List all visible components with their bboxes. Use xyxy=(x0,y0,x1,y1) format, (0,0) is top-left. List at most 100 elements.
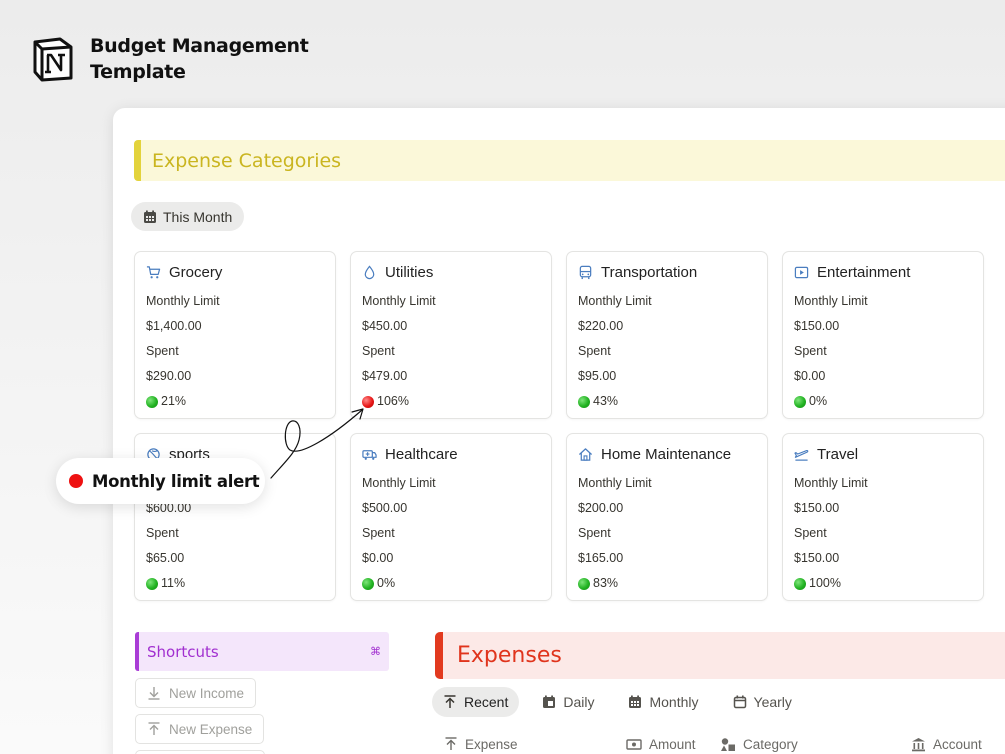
monthly-limit-label: Monthly Limit xyxy=(578,294,652,308)
bus-icon xyxy=(579,265,592,279)
percent-value: 11% xyxy=(161,576,186,590)
column-header-expense[interactable]: Expense xyxy=(444,735,518,753)
monthly-limit-label: Monthly Limit xyxy=(362,476,436,490)
percent-value: 0% xyxy=(809,394,828,408)
spent-value: $165.00 xyxy=(578,551,624,565)
card-title-row: Utilities xyxy=(362,263,540,281)
monthly-limit-value: $200.00 xyxy=(578,501,624,515)
category-card-travel[interactable]: Travel Monthly Limit $150.00 Spent $150.… xyxy=(782,433,984,601)
status-green-icon xyxy=(794,395,806,408)
monthly-limit-label: Monthly Limit xyxy=(362,294,436,308)
tab-label: Yearly xyxy=(753,694,792,710)
shortcuts-title: Shortcuts xyxy=(147,642,219,661)
this-month-view-tab[interactable]: This Month xyxy=(131,202,245,231)
monthly-limit-value: $150.00 xyxy=(794,319,840,333)
percent-row: 21% xyxy=(146,394,324,409)
brand: Budget Management Template xyxy=(30,33,309,85)
percent-value: 43% xyxy=(593,394,619,408)
red-dot-icon xyxy=(69,474,83,488)
card-name: Home Maintenance xyxy=(601,445,732,463)
card-name: Grocery xyxy=(169,263,223,281)
monthly-limit-value: $450.00 xyxy=(362,319,408,333)
column-header-category[interactable]: Category xyxy=(720,735,798,753)
category-card-home-maintenance[interactable]: Home Maintenance Monthly Limit $200.00 S… xyxy=(566,433,768,601)
brand-title-line2: Template xyxy=(90,61,186,83)
card-name: Entertainment xyxy=(817,263,911,281)
money-icon xyxy=(626,738,642,750)
percent-row: 43% xyxy=(578,394,756,409)
card-name: Travel xyxy=(817,445,859,463)
card-name: Healthcare xyxy=(385,445,458,463)
percent-row: 100% xyxy=(794,576,972,591)
percent-value: 106% xyxy=(377,394,409,408)
percent-row: 106% xyxy=(362,394,540,409)
arrow-up-bar-icon xyxy=(444,695,456,708)
bank-icon xyxy=(912,737,925,751)
percent-row: 0% xyxy=(794,394,972,409)
shapes-icon xyxy=(721,737,735,751)
calendar-icon xyxy=(144,210,156,223)
card-title-row: Transportation xyxy=(578,263,756,281)
play-icon xyxy=(794,266,809,278)
expenses-header: Expenses xyxy=(435,632,1005,679)
tab-monthly[interactable]: Monthly xyxy=(617,687,709,717)
tab-yearly[interactable]: Yearly xyxy=(722,687,803,717)
tab-label: Recent xyxy=(464,694,509,710)
arrow-down-bar-icon xyxy=(148,687,160,700)
column-header-amount[interactable]: Amount xyxy=(626,735,696,753)
category-card-grocery[interactable]: Grocery Monthly Limit $1,400.00 Spent $2… xyxy=(134,251,336,419)
status-green-icon xyxy=(146,577,158,590)
spent-label: Spent xyxy=(578,344,611,358)
monthly-limit-value: $150.00 xyxy=(794,501,840,515)
calendar-grid-icon xyxy=(629,695,642,708)
spent-value: $290.00 xyxy=(146,369,192,383)
monthly-limit-label: Monthly Limit xyxy=(794,476,868,490)
column-label: Expense xyxy=(465,736,518,752)
shortcut-button-partial[interactable] xyxy=(135,750,265,754)
status-green-icon xyxy=(362,577,374,590)
monthly-limit-value: $500.00 xyxy=(362,501,408,515)
percent-value: 83% xyxy=(593,576,619,590)
percent-value: 0% xyxy=(377,576,396,590)
card-name: Transportation xyxy=(601,263,698,281)
category-card-healthcare[interactable]: Healthcare Monthly Limit $500.00 Spent $… xyxy=(350,433,552,601)
card-title-row: Travel xyxy=(794,445,972,463)
column-label: Amount xyxy=(649,736,696,752)
category-card-entertainment[interactable]: Entertainment Monthly Limit $150.00 Spen… xyxy=(782,251,984,419)
drop-icon xyxy=(364,264,375,279)
new-expense-button[interactable]: New Expense xyxy=(135,714,265,744)
spent-label: Spent xyxy=(362,344,395,358)
spent-label: Spent xyxy=(146,344,179,358)
spent-label: Spent xyxy=(794,344,827,358)
monthly-limit-label: Monthly Limit xyxy=(794,294,868,308)
cart-icon xyxy=(146,265,161,278)
percent-row: 83% xyxy=(578,576,756,591)
arrow-up-bar-icon xyxy=(148,722,160,735)
status-green-icon xyxy=(578,395,590,408)
house-icon xyxy=(578,447,593,461)
calendar-empty-icon xyxy=(733,695,746,709)
monthly-limit-label: Monthly Limit xyxy=(146,294,220,308)
ambulance-icon xyxy=(362,449,377,460)
notion-logo-icon xyxy=(33,37,73,82)
tab-recent[interactable]: Recent xyxy=(432,687,520,717)
card-title-row: Grocery xyxy=(146,263,324,281)
status-green-icon xyxy=(794,577,806,590)
spent-value: $95.00 xyxy=(578,369,617,383)
monthly-limit-value: $1,400.00 xyxy=(146,319,202,333)
shortcuts-header: Shortcuts ⌘ xyxy=(135,632,389,671)
category-card-transportation[interactable]: Transportation Monthly Limit $220.00 Spe… xyxy=(566,251,768,419)
tab-label: Daily xyxy=(563,694,595,710)
tab-label: Monthly xyxy=(649,694,699,710)
percent-row: 11% xyxy=(146,576,324,591)
status-red-icon xyxy=(362,395,374,408)
expense-categories-header: Expense Categories xyxy=(134,140,1005,181)
category-card-utilities[interactable]: Utilities Monthly Limit $450.00 Spent $4… xyxy=(350,251,552,419)
spent-value: $150.00 xyxy=(794,551,840,565)
column-header-account[interactable]: Account xyxy=(911,735,982,753)
spent-label: Spent xyxy=(146,526,179,540)
tab-daily[interactable]: Daily xyxy=(531,687,605,717)
percent-row: 0% xyxy=(362,576,540,591)
spent-value: $479.00 xyxy=(362,369,408,383)
new-income-button[interactable]: New Income xyxy=(135,678,257,708)
